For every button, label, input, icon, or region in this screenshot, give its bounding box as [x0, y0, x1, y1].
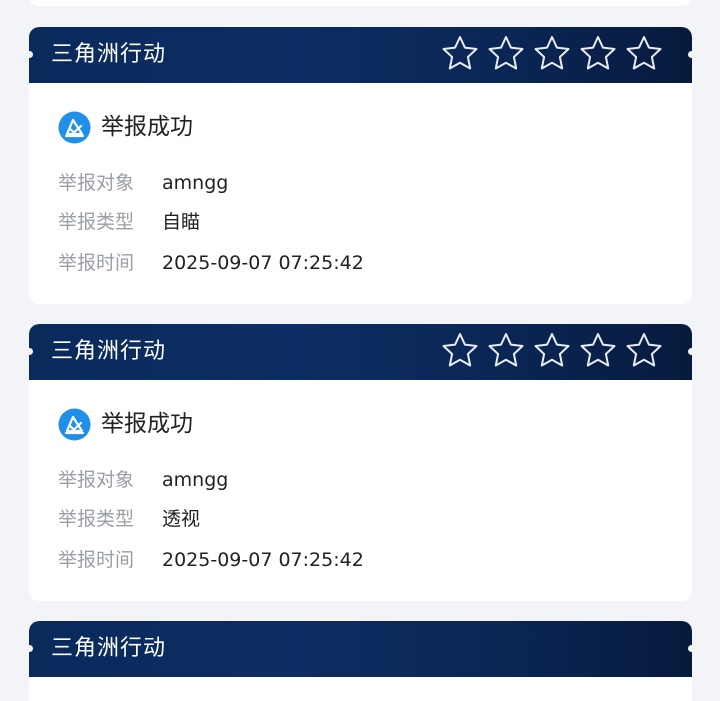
ticket-notch: [29, 645, 33, 652]
ticket-notch: [688, 348, 692, 355]
report-time-label: 举报时间: [58, 549, 135, 571]
report-time-row: 举报时间 2025-09-07 07:25:42: [58, 547, 364, 573]
report-time-value: 2025-09-07 07:25:42: [162, 549, 364, 571]
report-card[interactable]: 三角洲行动 举报成功 举报对象 amngg 举报类型 自瞄 举报时间 2025-…: [29, 27, 692, 304]
ticket-notch: [29, 51, 33, 58]
star-outline-icon[interactable]: [532, 34, 572, 74]
report-type-label: 举报类型: [58, 508, 135, 530]
report-type-row: 举报类型 透视: [58, 506, 200, 532]
card-header: 三角洲行动: [29, 621, 692, 677]
game-title: 三角洲行动: [51, 42, 167, 67]
card-body: 举报成功 举报对象 amngg 举报类型 自瞄 举报时间 2025-09-07 …: [29, 83, 692, 304]
star-outline-icon[interactable]: [532, 331, 572, 371]
report-type-row: 举报类型 自瞄: [58, 209, 200, 235]
report-time-value: 2025-09-07 07:25:42: [162, 252, 364, 274]
report-success-icon: [58, 111, 91, 144]
star-outline-icon[interactable]: [624, 34, 664, 74]
game-title: 三角洲行动: [51, 339, 167, 364]
ticket-notch: [688, 645, 692, 652]
report-time-label: 举报时间: [58, 252, 135, 274]
report-target-label: 举报对象: [58, 469, 135, 491]
rating-stars[interactable]: [440, 331, 664, 371]
report-target-row: 举报对象 amngg: [58, 467, 228, 493]
card-body: 举报成功 举报对象 amngg 举报类型 透视 举报时间 2025-09-07 …: [29, 380, 692, 601]
star-outline-icon[interactable]: [578, 34, 618, 74]
status-row: 举报成功: [58, 111, 193, 144]
report-target-label: 举报对象: [58, 172, 135, 194]
previous-card-bottom: [29, 0, 692, 6]
ticket-notch: [29, 348, 33, 355]
report-target-row: 举报对象 amngg: [58, 170, 228, 196]
status-text: 举报成功: [101, 114, 193, 140]
report-type-value: 透视: [162, 508, 201, 530]
star-outline-icon[interactable]: [486, 34, 526, 74]
report-target-value: amngg: [162, 469, 229, 491]
status-row: 举报成功: [58, 408, 193, 441]
star-outline-icon[interactable]: [440, 331, 480, 371]
report-time-row: 举报时间 2025-09-07 07:25:42: [58, 250, 364, 276]
ticket-notch: [688, 51, 692, 58]
report-success-icon: [58, 408, 91, 441]
report-card[interactable]: 三角洲行动: [29, 621, 692, 701]
report-type-label: 举报类型: [58, 211, 135, 233]
star-outline-icon[interactable]: [440, 34, 480, 74]
status-text: 举报成功: [101, 411, 193, 437]
star-outline-icon[interactable]: [578, 331, 618, 371]
star-outline-icon[interactable]: [486, 331, 526, 371]
rating-stars[interactable]: [440, 34, 664, 74]
report-type-value: 自瞄: [162, 211, 201, 233]
star-outline-icon[interactable]: [624, 331, 664, 371]
card-header: 三角洲行动: [29, 324, 692, 380]
report-target-value: amngg: [162, 172, 229, 194]
card-header: 三角洲行动: [29, 27, 692, 83]
report-card[interactable]: 三角洲行动 举报成功 举报对象 amngg 举报类型 透视 举报时间 2025-…: [29, 324, 692, 601]
game-title: 三角洲行动: [51, 636, 167, 661]
